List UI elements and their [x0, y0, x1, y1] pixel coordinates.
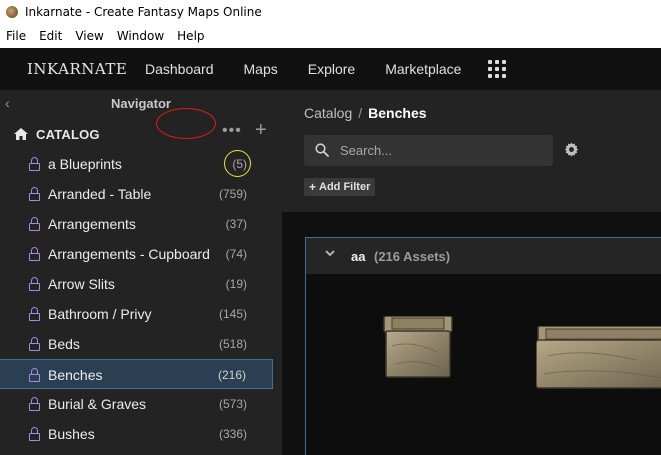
catalog-item-count: (759): [218, 187, 247, 201]
lock-icon: [29, 247, 40, 261]
catalog-item-label: Benches: [48, 367, 103, 383]
apps-grid-icon[interactable]: [488, 60, 507, 78]
menu-help[interactable]: Help: [177, 29, 204, 43]
breadcrumb-catalog[interactable]: Catalog: [304, 105, 352, 121]
catalog-item-bushes[interactable]: Bushes (336): [0, 419, 273, 449]
inkarnate-logo[interactable]: INKARNATE: [27, 60, 145, 78]
catalog-item-count: (74): [225, 247, 247, 261]
add-filter-button[interactable]: + Add Filter: [304, 178, 376, 196]
lock-icon: [29, 157, 40, 171]
catalog-item-label: Beds: [48, 336, 80, 352]
catalog-item-count: (518): [218, 337, 247, 351]
catalog-item-label: Arrow Slits: [48, 276, 115, 292]
catalog-item-arranded-table[interactable]: Arranded - Table (759): [0, 179, 273, 209]
home-icon: [14, 128, 28, 140]
search-input[interactable]: [340, 143, 540, 158]
window-titlebar: Inkarnate - Create Fantasy Maps Online: [0, 0, 661, 24]
catalog-item-arrangements[interactable]: Arrangements (37): [0, 209, 273, 239]
asset-group-count: (216 Assets): [374, 249, 451, 264]
catalog-item-benches[interactable]: Benches (216): [0, 359, 273, 389]
breadcrumb: Catalog / Benches: [304, 105, 427, 121]
asset-group-name: aa: [351, 249, 366, 264]
nav-maps[interactable]: Maps: [244, 61, 278, 77]
nav-marketplace[interactable]: Marketplace: [385, 61, 461, 77]
catalog-item-arrow-slits[interactable]: Arrow Slits (19): [0, 269, 273, 299]
catalog-item-beds[interactable]: Beds (518): [0, 329, 273, 359]
search-icon: [315, 143, 329, 157]
catalog-header[interactable]: CATALOG ••• +: [0, 108, 282, 146]
bench-asset-thumbnail[interactable]: [536, 326, 661, 390]
catalog-item-label: Arranded - Table: [48, 186, 152, 202]
plus-icon: +: [309, 180, 317, 194]
catalog-item-count: (573): [218, 397, 247, 411]
catalog-list: a Blueprints (5) Arranded - Table (759) …: [0, 149, 282, 449]
yellow-annotation-circle: [224, 150, 251, 177]
asset-group-header[interactable]: aa (216 Assets): [306, 238, 661, 274]
red-annotation-oval: [156, 108, 216, 139]
catalog-item-label: a Blueprints: [48, 156, 122, 172]
menu-window[interactable]: Window: [117, 29, 164, 43]
catalog-item-count: (216): [217, 368, 246, 382]
search-box[interactable]: [304, 135, 553, 166]
menubar: File Edit View Window Help: [0, 24, 661, 48]
catalog-item-bathroom-privy[interactable]: Bathroom / Privy (145): [0, 299, 273, 329]
add-icon[interactable]: +: [255, 119, 267, 142]
window-title: Inkarnate - Create Fantasy Maps Online: [25, 5, 262, 19]
nav-explore[interactable]: Explore: [308, 61, 355, 77]
lock-icon: [29, 397, 40, 411]
lock-icon: [29, 307, 40, 321]
nav-dashboard[interactable]: Dashboard: [145, 61, 214, 77]
catalog-item-count: (336): [218, 427, 247, 441]
catalog-item-burial-graves[interactable]: Burial & Graves (573): [0, 389, 273, 419]
catalog-item-label: Bathroom / Privy: [48, 306, 152, 322]
chevron-down-icon[interactable]: [325, 248, 335, 258]
breadcrumb-current: Benches: [368, 105, 427, 121]
catalog-item-arrangements-cupboard[interactable]: Arrangements - Cupboard (74): [0, 239, 273, 269]
lock-icon: [29, 368, 40, 382]
menu-file[interactable]: File: [6, 29, 26, 43]
add-filter-label: Add Filter: [319, 181, 371, 193]
navigator-title: Navigator: [111, 96, 171, 111]
lock-icon: [29, 187, 40, 201]
menu-edit[interactable]: Edit: [39, 29, 62, 43]
catalog-item-label: Bushes: [48, 426, 95, 442]
catalog-toolbar: Catalog / Benches + Add Filter: [282, 90, 661, 212]
catalog-item-label: Arrangements - Cupboard: [48, 246, 210, 262]
lock-icon: [29, 277, 40, 291]
navigator-sidebar: ‹ Navigator CATALOG ••• + a Blueprints (…: [0, 90, 282, 455]
gear-icon[interactable]: [564, 142, 579, 157]
catalog-item-a-blueprints[interactable]: a Blueprints (5): [0, 149, 273, 179]
breadcrumb-separator: /: [358, 105, 363, 121]
lock-icon: [29, 337, 40, 351]
assets-area: aa (216 Assets): [282, 212, 661, 455]
catalog-item-count: (145): [218, 307, 247, 321]
app-navbar: INKARNATE Dashboard Maps Explore Marketp…: [0, 48, 661, 90]
bench-asset-thumbnail[interactable]: [382, 316, 454, 378]
menu-view[interactable]: View: [75, 29, 103, 43]
catalog-item-count: (37): [225, 217, 247, 231]
catalog-item-label: Arrangements: [48, 216, 136, 232]
catalog-item-count: (19): [225, 277, 247, 291]
catalog-main-panel: Catalog/Benches + Add Filter aa (216: [282, 90, 661, 455]
more-options-icon[interactable]: •••: [222, 122, 242, 140]
lock-icon: [29, 217, 40, 231]
asset-group-panel: aa (216 Assets): [305, 237, 661, 455]
catalog-label: CATALOG: [36, 127, 100, 142]
app-icon: [6, 6, 18, 18]
navigator-header: ‹ Navigator: [0, 90, 282, 116]
catalog-item-label: Burial & Graves: [48, 396, 147, 412]
lock-icon: [29, 427, 40, 441]
